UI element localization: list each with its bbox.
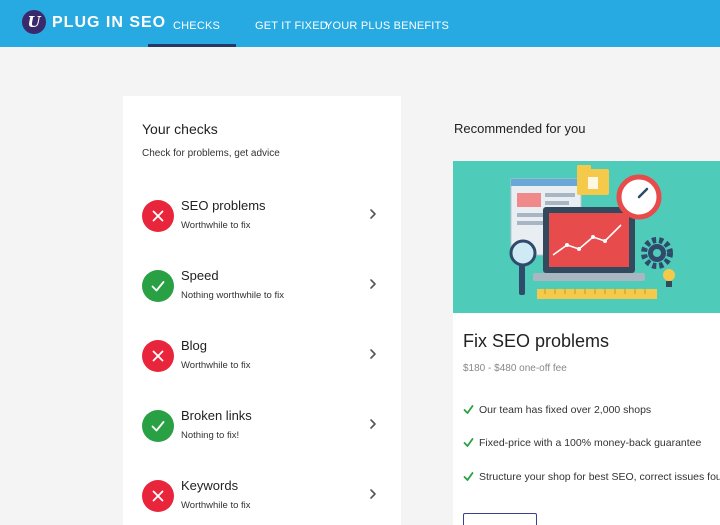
- checks-subtitle: Check for problems, get advice: [142, 148, 280, 159]
- checks-card: Your checks Check for problems, get advi…: [123, 96, 401, 525]
- chevron-right-icon[interactable]: [368, 418, 378, 430]
- card-action-button[interactable]: [463, 513, 537, 525]
- check-title: Speed: [181, 268, 219, 283]
- checkmark-icon: [463, 438, 474, 447]
- chevron-right-icon[interactable]: [368, 348, 378, 360]
- seo-illustration-graphic: [509, 165, 675, 299]
- chevron-right-icon[interactable]: [368, 278, 378, 290]
- error-x-icon: [142, 200, 174, 232]
- top-navigation-bar: U PLUG IN SEO CHECKS GET IT FIXED YOUR P…: [0, 0, 720, 47]
- error-x-icon: [142, 340, 174, 372]
- card-title: Fix SEO problems: [463, 331, 610, 351]
- seo-illustration: [453, 161, 720, 313]
- benefit-text: Our team has fixed over 2,000 shops: [479, 404, 652, 416]
- card-price: $180 - $480 one-off fee: [463, 363, 567, 374]
- benefit-text: Structure your shop for best SEO, correc…: [479, 471, 720, 483]
- tab-your-plus-benefits[interactable]: YOUR PLUS BENEFITS: [325, 20, 449, 32]
- logo-text[interactable]: PLUG IN SEO: [52, 14, 166, 32]
- check-title: Keywords: [181, 478, 239, 493]
- check-title: Blog: [181, 338, 208, 353]
- check-row-broken-links[interactable]: Broken links Nothing to fix!: [123, 406, 401, 466]
- checkmark-icon: [463, 405, 474, 414]
- checkmark-icon: [142, 270, 174, 302]
- chevron-right-icon[interactable]: [368, 488, 378, 500]
- active-tab-indicator: [148, 44, 236, 47]
- check-row-seo-problems[interactable]: SEO problems Worthwhile to fix: [123, 196, 401, 256]
- checkmark-icon: [463, 472, 474, 481]
- benefit-text: Fixed-price with a 100% money-back guara…: [479, 437, 702, 449]
- recommended-heading: Recommended for you: [454, 121, 586, 136]
- check-row-keywords[interactable]: Keywords Worthwhile to fix: [123, 476, 401, 525]
- logo-mark[interactable]: U: [22, 10, 46, 34]
- check-status-text: Nothing worthwhile to fix: [181, 290, 284, 301]
- check-row-speed[interactable]: Speed Nothing worthwhile to fix: [123, 266, 401, 326]
- chevron-right-icon[interactable]: [368, 208, 378, 220]
- checkmark-icon: [142, 410, 174, 442]
- check-status-text: Nothing to fix!: [181, 430, 240, 441]
- checks-title: Your checks: [142, 121, 218, 137]
- check-title: SEO problems: [181, 198, 266, 213]
- tab-get-it-fixed[interactable]: GET IT FIXED: [255, 20, 328, 32]
- check-status-text: Worthwhile to fix: [181, 500, 251, 511]
- check-status-text: Worthwhile to fix: [181, 220, 251, 231]
- check-status-text: Worthwhile to fix: [181, 360, 251, 371]
- check-row-blog[interactable]: Blog Worthwhile to fix: [123, 336, 401, 396]
- recommendation-card[interactable]: Fix SEO problems $180 - $480 one-off fee…: [453, 161, 720, 525]
- error-x-icon: [142, 480, 174, 512]
- tab-checks[interactable]: CHECKS: [173, 20, 220, 32]
- check-title: Broken links: [181, 408, 252, 423]
